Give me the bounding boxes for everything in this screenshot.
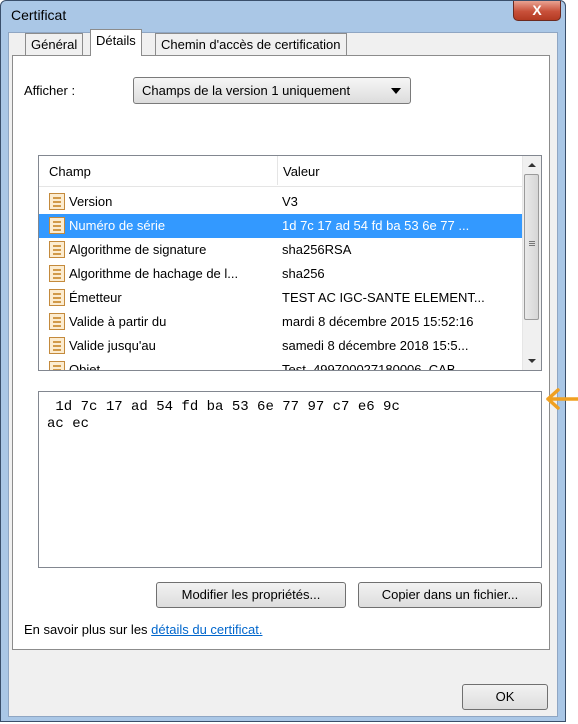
ok-button[interactable]: OK	[462, 684, 548, 710]
arrow-left-icon	[546, 388, 578, 410]
row-field: Valide jusqu'au	[69, 338, 156, 353]
list-row[interactable]: Objet Test, 499700027180006, CAB...	[39, 358, 523, 371]
certificate-details-link[interactable]: détails du certificat.	[151, 622, 262, 637]
certificate-field-icon	[49, 265, 65, 282]
certificate-field-icon	[49, 241, 65, 258]
row-field: Émetteur	[69, 290, 122, 305]
list-header: Champ Valeur	[39, 156, 523, 187]
tab-details[interactable]: Détails	[90, 29, 142, 56]
scroll-thumb[interactable]	[524, 174, 539, 320]
show-dropdown-value: Champs de la version 1 uniquement	[142, 83, 351, 98]
certificate-field-icon	[49, 289, 65, 306]
info-text: En savoir plus sur les détails du certif…	[24, 622, 262, 637]
show-label: Afficher :	[24, 83, 76, 98]
certificate-field-icon	[49, 193, 65, 210]
field-list[interactable]: Champ Valeur Version V3 Numéro de série …	[38, 155, 542, 371]
row-value: TEST AC IGC-SANTE ELEMENT...	[282, 290, 485, 305]
row-field: Algorithme de hachage de l...	[69, 266, 239, 281]
row-value: 1d 7c 17 ad 54 fd ba 53 6e 77 ...	[282, 218, 470, 233]
column-header-field[interactable]: Champ	[49, 164, 91, 179]
row-field: Valide à partir du	[69, 314, 167, 329]
value-textbox[interactable]: 1d 7c 17 ad 54 fd ba 53 6e 77 97 c7 e6 9…	[38, 391, 542, 568]
list-scrollbar[interactable]	[522, 156, 541, 370]
show-dropdown[interactable]: Champs de la version 1 uniquement	[133, 77, 411, 104]
chevron-down-icon	[391, 88, 401, 94]
row-value: samedi 8 décembre 2018 15:5...	[282, 338, 469, 353]
certificate-field-icon	[49, 313, 65, 330]
close-button[interactable]: X	[513, 1, 561, 21]
row-field: Version	[69, 194, 113, 209]
certificate-field-icon	[49, 217, 65, 234]
list-row[interactable]: Algorithme de signature sha256RSA	[39, 238, 523, 262]
list-row-selected[interactable]: Numéro de série 1d 7c 17 ad 54 fd ba 53 …	[39, 214, 523, 238]
row-value: mardi 8 décembre 2015 15:52:16	[282, 314, 474, 329]
scroll-down-icon[interactable]	[523, 352, 541, 370]
scroll-up-icon[interactable]	[523, 156, 541, 174]
window-title: Certificat	[11, 7, 67, 23]
copy-to-file-button[interactable]: Copier dans un fichier...	[358, 582, 542, 608]
title-bar[interactable]: Certificat X	[1, 1, 565, 31]
list-row[interactable]: Valide à partir du mardi 8 décembre 2015…	[39, 310, 523, 334]
column-header-value[interactable]: Valeur	[283, 164, 320, 179]
row-field: Objet	[69, 362, 101, 371]
certificate-field-icon	[49, 361, 65, 370]
list-row[interactable]: Valide jusqu'au samedi 8 décembre 2018 1…	[39, 334, 523, 358]
row-value: sha256	[282, 266, 325, 281]
tab-general[interactable]: Général	[25, 33, 84, 55]
list-row[interactable]: Émetteur TEST AC IGC-SANTE ELEMENT...	[39, 286, 523, 310]
column-divider[interactable]	[277, 156, 278, 185]
list-row[interactable]: Algorithme de hachage de l... sha256	[39, 262, 523, 286]
info-prefix: En savoir plus sur les	[24, 622, 152, 637]
certificate-field-icon	[49, 337, 65, 354]
row-value: Test, 499700027180006, CAB...	[282, 362, 467, 371]
list-row[interactable]: Version V3	[39, 190, 523, 214]
edit-properties-button[interactable]: Modifier les propriétés...	[156, 582, 346, 608]
tab-certification-path[interactable]: Chemin d'accès de certification	[155, 33, 347, 55]
row-field: Numéro de série	[69, 218, 166, 233]
row-value: V3	[282, 194, 298, 209]
row-field: Algorithme de signature	[69, 242, 207, 257]
row-value: sha256RSA	[282, 242, 352, 257]
